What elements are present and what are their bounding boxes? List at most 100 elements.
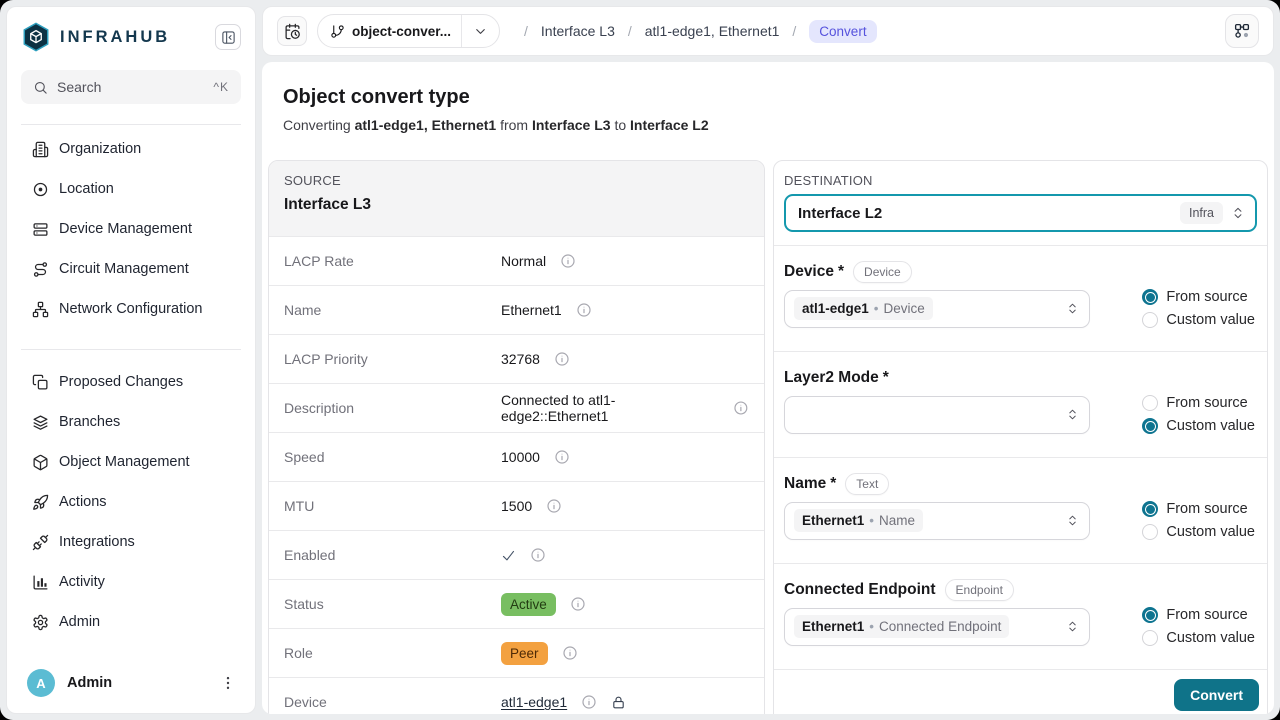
chevrons-up-down-icon (1066, 620, 1079, 633)
destination-heading: DESTINATION (784, 173, 1257, 188)
sidebar-item-label: Object Management (59, 454, 190, 470)
radio-from-source[interactable]: From source (1142, 501, 1255, 517)
field-device: Device * Device atl1-edge1•Device From s… (774, 245, 1267, 351)
value-source-radio-group: From source Custom value (1142, 395, 1257, 434)
destination-type-value: Interface L2 (798, 205, 1180, 222)
breadcrumb-separator: / (524, 23, 528, 39)
info-icon[interactable] (570, 596, 586, 612)
radio-dot (1142, 630, 1158, 646)
radio-custom-value[interactable]: Custom value (1142, 418, 1255, 434)
chevrons-up-down-icon (1066, 514, 1079, 527)
sidebar-item-branches[interactable]: Branches (17, 402, 245, 442)
field-layer2-mode: Layer2 Mode * From source Custom value (774, 351, 1267, 457)
sidebar-item-label: Device Management (59, 221, 192, 237)
avatar: A (27, 669, 55, 697)
info-icon[interactable] (562, 645, 578, 661)
chevron-down-icon (473, 24, 488, 39)
device-value-select[interactable]: atl1-edge1•Device (784, 290, 1090, 328)
required-asterisk: * (838, 263, 844, 281)
radio-custom-value[interactable]: Custom value (1142, 312, 1255, 328)
radio-dot (1142, 312, 1158, 328)
destination-panel: DESTINATION Interface L2 Infra Device * … (773, 160, 1268, 714)
source-row-device: Device atl1-edge1 (269, 677, 764, 714)
sidebar: INFRAHUB Search ^K Organization Location… (6, 6, 256, 714)
radio-from-source[interactable]: From source (1142, 607, 1255, 623)
nav-secondary: Proposed Changes Branches Object Managem… (7, 350, 255, 642)
user-name: Admin (67, 675, 112, 691)
nav-primary: Organization Location Device Management … (7, 125, 255, 329)
destination-type-select[interactable]: Interface L2 Infra (784, 194, 1257, 232)
sidebar-item-network-configuration[interactable]: Network Configuration (17, 289, 245, 329)
info-icon[interactable] (581, 694, 597, 710)
info-icon[interactable] (560, 253, 576, 269)
source-row-speed: Speed 10000 (269, 432, 764, 481)
proposed-changes-icon (31, 374, 49, 391)
info-icon[interactable] (576, 302, 592, 318)
radio-custom-value[interactable]: Custom value (1142, 524, 1255, 540)
chevrons-up-down-icon (1066, 408, 1079, 421)
status-badge: Active (501, 593, 556, 616)
branch-selector[interactable]: object-conver... (317, 14, 500, 48)
sidebar-item-actions[interactable]: Actions (17, 482, 245, 522)
layer2-mode-value-select[interactable] (784, 396, 1090, 434)
branch-name: object-conver... (352, 24, 451, 39)
search-icon (33, 80, 48, 95)
field-kind-badge: Device (853, 261, 912, 283)
convert-button[interactable]: Convert (1174, 679, 1259, 711)
panel-collapse-icon (221, 30, 236, 45)
value-source-radio-group: From source Custom value (1142, 289, 1257, 328)
sidebar-item-device-management[interactable]: Device Management (17, 209, 245, 249)
name-value-select[interactable]: Ethernet1•Name (784, 502, 1090, 540)
info-icon[interactable] (530, 547, 546, 563)
sidebar-item-admin[interactable]: Admin (17, 602, 245, 642)
role-badge: Peer (501, 642, 548, 665)
source-row-mtu: MTU 1500 (269, 481, 764, 530)
sidebar-item-integrations[interactable]: Integrations (17, 522, 245, 562)
selected-value-pill: atl1-edge1•Device (794, 297, 933, 320)
time-travel-button[interactable] (277, 16, 307, 46)
source-panel: SOURCE Interface L3 LACP Rate Normal Nam… (268, 160, 765, 714)
sidebar-item-circuit-management[interactable]: Circuit Management (17, 249, 245, 289)
sidebar-item-object-management[interactable]: Object Management (17, 442, 245, 482)
sidebar-item-location[interactable]: Location (17, 169, 245, 209)
sidebar-collapse-button[interactable] (215, 24, 241, 50)
info-icon[interactable] (554, 351, 570, 367)
breadcrumb: / Interface L3 / atl1-edge1, Ethernet1 /… (524, 20, 877, 43)
connected-endpoint-value-select[interactable]: Ethernet1•Connected Endpoint (784, 608, 1090, 646)
sidebar-item-label: Integrations (59, 534, 135, 550)
required-asterisk: * (830, 475, 836, 493)
field-kind-badge: Endpoint (945, 579, 1014, 601)
row-value: Normal (501, 253, 546, 269)
search-input[interactable]: Search ^K (21, 70, 241, 104)
sidebar-item-organization[interactable]: Organization (17, 129, 245, 169)
source-heading: SOURCE (284, 173, 749, 188)
source-row-name: Name Ethernet1 (269, 285, 764, 334)
user-menu-button[interactable] (219, 674, 237, 692)
git-branch-icon (330, 24, 345, 39)
breadcrumb-item-interface-l3[interactable]: Interface L3 (541, 23, 615, 39)
workflow-nodes-icon (1233, 22, 1251, 40)
user-row: A Admin (7, 655, 255, 713)
branch-dropdown-toggle[interactable] (462, 24, 499, 39)
row-value: 1500 (501, 498, 532, 514)
info-icon[interactable] (733, 400, 749, 416)
sidebar-item-activity[interactable]: Activity (17, 562, 245, 602)
device-link[interactable]: atl1-edge1 (501, 694, 567, 710)
sidebar-item-proposed-changes[interactable]: Proposed Changes (17, 362, 245, 402)
radio-custom-value[interactable]: Custom value (1142, 630, 1255, 646)
info-icon[interactable] (546, 498, 562, 514)
row-value: 32768 (501, 351, 540, 367)
breadcrumb-current-convert: Convert (809, 20, 876, 43)
radio-from-source[interactable]: From source (1142, 395, 1255, 411)
info-icon[interactable] (554, 449, 570, 465)
radio-from-source[interactable]: From source (1142, 289, 1255, 305)
breadcrumb-item-object[interactable]: atl1-edge1, Ethernet1 (645, 23, 780, 39)
field-name: Name * Text Ethernet1•Name From source C… (774, 457, 1267, 563)
namespace-badge: Infra (1180, 202, 1223, 224)
plug-icon (31, 534, 49, 551)
schema-visualizer-button[interactable] (1225, 14, 1259, 48)
sidebar-item-label: Network Configuration (59, 301, 202, 317)
route-icon (31, 261, 49, 278)
radio-dot (1142, 395, 1158, 411)
required-asterisk: * (883, 369, 889, 387)
